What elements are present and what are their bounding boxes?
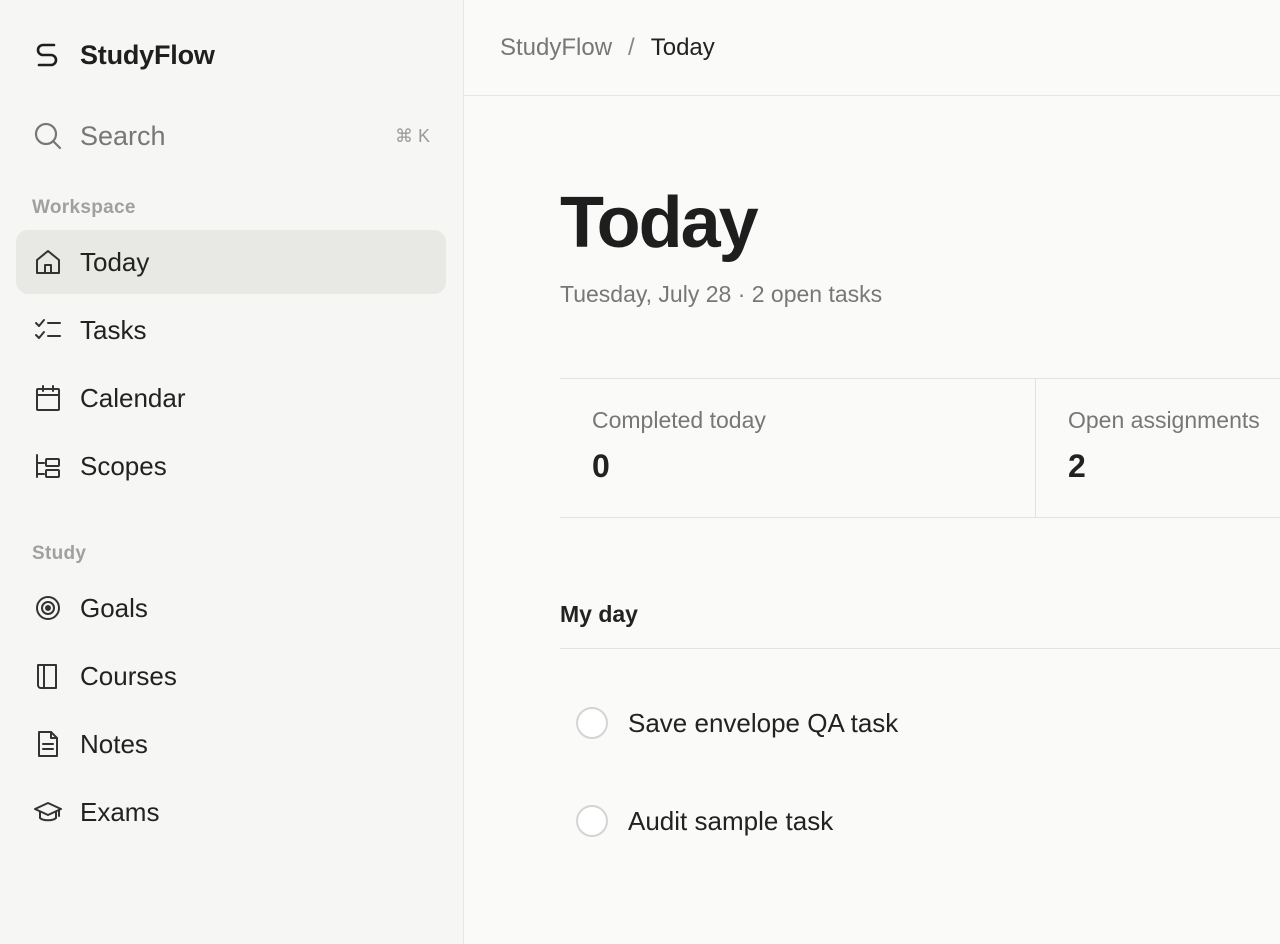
list-item: Audit sample task [576, 801, 833, 841]
calendar-icon [32, 382, 64, 414]
sidebar-item-tasks[interactable]: Tasks [16, 298, 446, 362]
sidebar-item-label: Today [80, 246, 150, 277]
breadcrumb-separator: / [628, 33, 635, 61]
graduation-cap-icon [32, 796, 64, 828]
sidebar-item-notes[interactable]: Notes [16, 712, 446, 776]
sidebar-item-label: Tasks [80, 314, 147, 345]
home-icon [32, 246, 64, 278]
brand[interactable]: StudyFlow [32, 38, 215, 72]
app-root: StudyFlow Search ⌘ K Workspace Today Tas… [0, 0, 1280, 944]
task-checkbox[interactable] [576, 707, 608, 739]
stat-value: 0 [592, 448, 610, 484]
task-checkbox[interactable] [576, 805, 608, 837]
hierarchy-icon [32, 450, 64, 482]
app-name: StudyFlow [80, 39, 215, 70]
sidebar-item-label: Goals [80, 592, 148, 623]
sidebar-item-exams[interactable]: Exams [16, 780, 446, 844]
stat-label: Open assignments [1068, 407, 1260, 433]
search-shortcut: ⌘ K [394, 125, 430, 146]
sidebar-item-scopes[interactable]: Scopes [16, 434, 446, 498]
sidebar-item-label: Notes [80, 728, 148, 759]
checklist-icon [32, 314, 64, 346]
section-label-study: Study [32, 543, 87, 564]
stat-completed-today: Completed today 0 [560, 379, 1035, 517]
stats-panel: Completed today 0 Open assignments 2 [560, 378, 1280, 518]
breadcrumb-current: Today [650, 33, 715, 61]
task-title[interactable]: Audit sample task [628, 806, 833, 837]
sidebar-item-label: Courses [80, 660, 177, 691]
sidebar-item-today[interactable]: Today [16, 230, 446, 294]
page-subtitle: Tuesday, July 28 · 2 open tasks [560, 281, 883, 307]
section-label-workspace: Workspace [32, 197, 136, 218]
sidebar-item-label: Scopes [80, 450, 167, 481]
sidebar-item-courses[interactable]: Courses [16, 644, 446, 708]
document-icon [32, 728, 64, 760]
target-icon [32, 592, 64, 624]
search-label: Search [80, 120, 166, 151]
task-title[interactable]: Save envelope QA task [628, 708, 898, 739]
sidebar-item-label: Calendar [80, 382, 186, 413]
list-item: Save envelope QA task [576, 703, 898, 743]
page-title: Today [560, 183, 759, 263]
sidebar-item-calendar[interactable]: Calendar [16, 366, 446, 430]
book-icon [32, 660, 64, 692]
stat-label: Completed today [592, 407, 766, 433]
sidebar-item-label: Exams [80, 796, 160, 827]
breadcrumb-root[interactable]: StudyFlow [500, 34, 612, 62]
breadcrumb: StudyFlow / Today [464, 0, 1280, 96]
divider [560, 648, 1280, 649]
stat-value: 2 [1068, 448, 1086, 484]
studyflow-logo-icon [32, 38, 62, 72]
search-button[interactable]: Search ⌘ K [16, 110, 446, 162]
search-icon [32, 120, 64, 152]
main-content: StudyFlow / Today Today Tuesday, July 28… [464, 0, 1280, 944]
sidebar-item-goals[interactable]: Goals [16, 576, 446, 640]
my-day-heading: My day [560, 601, 638, 627]
sidebar: StudyFlow Search ⌘ K Workspace Today Tas… [0, 0, 464, 944]
stat-open-assignments: Open assignments 2 [1035, 379, 1280, 517]
